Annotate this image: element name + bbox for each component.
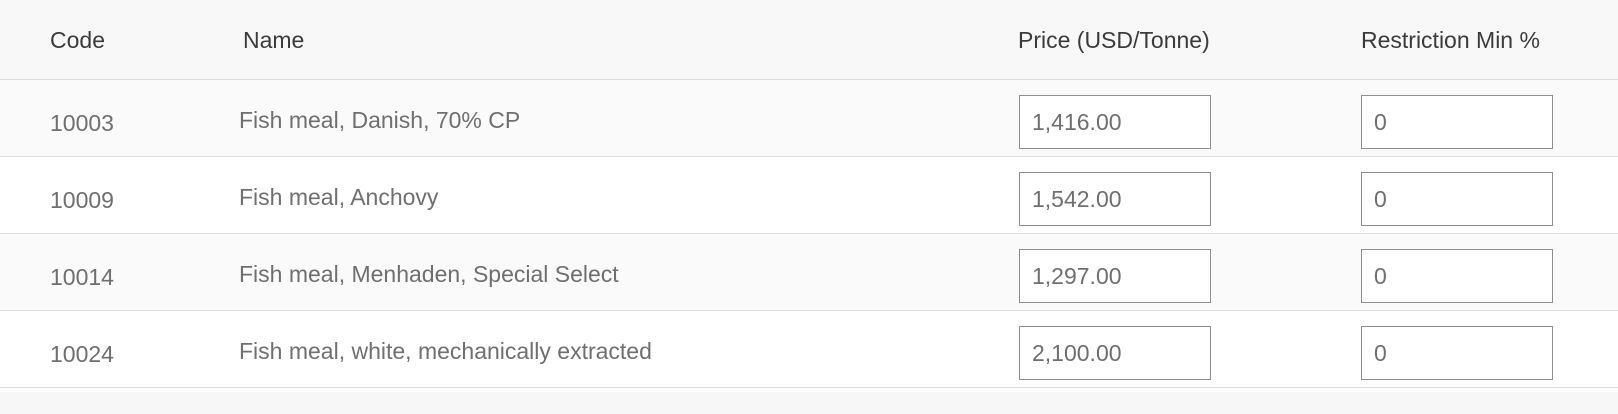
table-header: Code Name Price (USD/Tonne) Restriction … [0,0,1618,80]
restriction-min-input[interactable] [1361,249,1553,303]
restriction-min-input[interactable] [1361,95,1553,149]
name-cell: Fish meal, Anchovy [239,184,439,210]
table-row: 10003 Fish meal, Danish, 70% CP [0,80,1618,157]
restriction-min-input[interactable] [1361,172,1553,226]
name-cell: Fish meal, white, mechanically extracted [239,338,652,364]
code-cell: 10014 [50,264,114,290]
table-row: 10014 Fish meal, Menhaden, Special Selec… [0,234,1618,311]
column-header-code[interactable]: Code [50,26,105,54]
table-row: 10024 Fish meal, white, mechanically ext… [0,311,1618,388]
price-input[interactable] [1019,326,1211,380]
code-cell: 10003 [50,110,114,136]
price-input[interactable] [1019,249,1211,303]
column-header-name[interactable]: Name [243,26,304,54]
price-input[interactable] [1019,95,1211,149]
code-cell: 10024 [50,341,114,367]
table-row: 10009 Fish meal, Anchovy [0,157,1618,234]
name-cell: Fish meal, Danish, 70% CP [239,107,521,133]
ingredients-table: Code Name Price (USD/Tonne) Restriction … [0,0,1618,392]
code-cell: 10009 [50,187,114,213]
column-header-restriction-min[interactable]: Restriction Min % [1361,26,1540,54]
name-cell: Fish meal, Menhaden, Special Select [239,261,619,287]
restriction-min-input[interactable] [1361,326,1553,380]
column-header-price[interactable]: Price (USD/Tonne) [1018,26,1210,54]
price-input[interactable] [1019,172,1211,226]
